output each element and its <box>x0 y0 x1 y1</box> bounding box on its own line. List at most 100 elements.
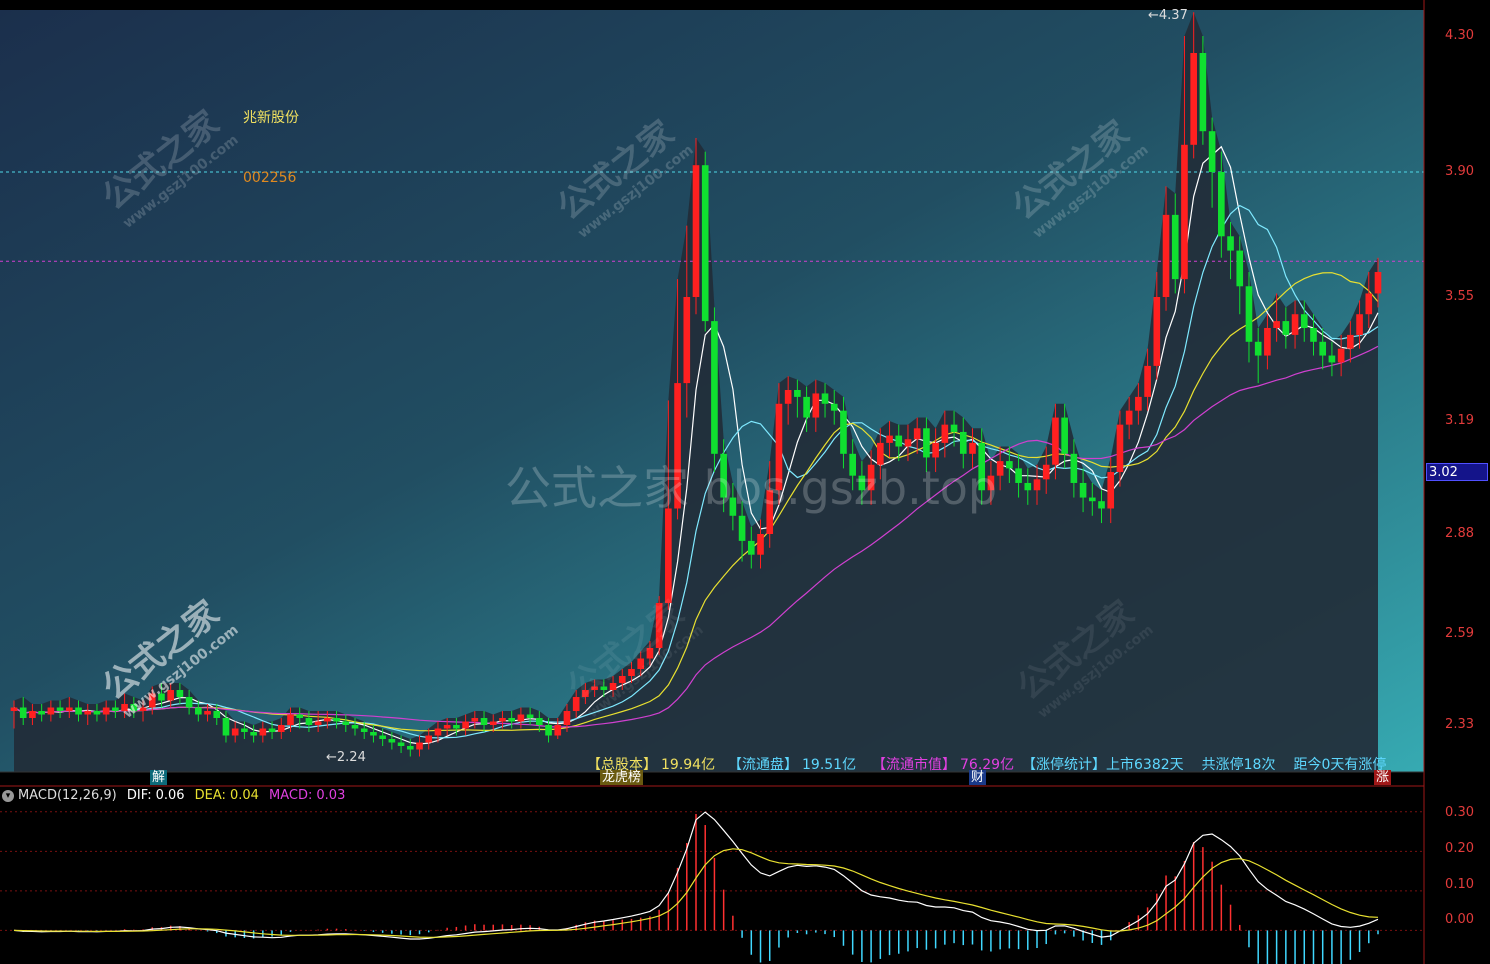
candle-body <box>1125 410 1133 425</box>
candle-body <box>784 390 792 404</box>
candle-body <box>1006 461 1013 469</box>
candle-body <box>268 728 276 732</box>
candle-body <box>1300 314 1308 328</box>
candle-body <box>646 648 654 659</box>
candle-body <box>674 383 681 509</box>
candle-body <box>1337 348 1345 363</box>
candle-body <box>1365 293 1373 315</box>
marker-dragon-tiger[interactable]: 龙虎榜 <box>600 770 644 785</box>
candle <box>711 307 718 473</box>
candle-body <box>1282 321 1290 335</box>
candle-body <box>1070 453 1078 483</box>
candle-body <box>370 732 377 736</box>
macd-panel <box>0 811 1424 964</box>
marker-limit-up[interactable]: 涨 <box>1374 770 1392 785</box>
candle-body <box>1291 314 1299 335</box>
candle-body <box>554 725 562 736</box>
candle-body <box>10 707 18 711</box>
candle-body <box>655 602 663 648</box>
candle-body <box>886 435 893 443</box>
candle-body <box>591 686 598 690</box>
stat-limit-recent: 距今0天有涨停 <box>1293 757 1387 773</box>
marker-finance[interactable]: 财 <box>969 770 987 785</box>
candle-body <box>93 711 101 715</box>
marker-unlock[interactable]: 解 <box>150 770 168 785</box>
candle-body <box>324 718 331 722</box>
candle-body <box>65 707 73 711</box>
candle-body <box>508 718 515 722</box>
candle-body <box>665 508 672 603</box>
candle-body <box>1319 341 1327 356</box>
candle-body <box>499 718 506 722</box>
candle-body <box>1061 417 1068 454</box>
price-tick: 3.55 <box>1445 289 1474 304</box>
candle-body <box>895 435 903 447</box>
candle-body <box>830 403 838 411</box>
collapse-icon[interactable]: ▾ <box>2 789 14 802</box>
macd-tick: 0.30 <box>1445 805 1474 820</box>
macd-tick: 0.00 <box>1445 912 1474 927</box>
candle-body <box>978 442 986 491</box>
candle-body <box>747 540 755 555</box>
candle-body <box>1347 334 1354 349</box>
stat-limit-label: 【涨停统计】 <box>1022 757 1106 773</box>
candle-body <box>213 711 221 718</box>
candle-body <box>480 718 488 725</box>
candle-body <box>1088 497 1096 502</box>
candle-body <box>287 714 294 725</box>
candle-body <box>1079 482 1087 498</box>
candle-body <box>877 442 884 465</box>
candle-body <box>1135 396 1142 411</box>
candle-body <box>812 393 820 418</box>
candle-body <box>241 728 248 732</box>
candle-body <box>637 658 645 669</box>
candle-body <box>148 693 156 708</box>
macd-header: ▾ MACD(12,26,9) DIF: 0.06 DEA: 0.04 MACD: 0.… <box>2 788 345 804</box>
candle-body <box>1245 286 1253 342</box>
macd-tick: 0.20 <box>1445 841 1474 856</box>
stat-limit-value: 上市6382天 <box>1106 757 1184 773</box>
candle-body <box>950 424 958 432</box>
candle-body <box>628 669 635 676</box>
candlestick-chart <box>0 0 1425 964</box>
stat-float-shares: 【流通盘】 19.51亿 <box>728 754 856 774</box>
candle-body <box>38 711 45 715</box>
candle-body <box>222 718 230 736</box>
candle-body <box>692 165 700 297</box>
candle <box>655 596 663 655</box>
dif-label: DIF: <box>126 788 152 803</box>
candle-body <box>406 746 414 750</box>
price-tick: 3.19 <box>1445 413 1474 428</box>
candle-body <box>434 728 442 736</box>
candle-body <box>1098 501 1105 509</box>
candle-body <box>1199 53 1207 132</box>
candle-body <box>1254 341 1262 356</box>
candle-body <box>84 711 92 715</box>
candle-body <box>416 742 423 750</box>
candle-body <box>858 475 866 491</box>
candle-body <box>167 690 174 701</box>
high-value: 4.37 <box>1158 8 1188 23</box>
candle-body <box>969 442 976 454</box>
candle-body <box>351 725 359 729</box>
candle-body <box>775 403 783 491</box>
candle-body <box>453 725 460 729</box>
macd-label: MACD: <box>269 788 313 803</box>
candle-body <box>1024 482 1032 491</box>
candle-body <box>959 431 967 454</box>
candle-body <box>1227 236 1234 251</box>
candle-body <box>1328 355 1336 363</box>
candle-body <box>259 728 267 736</box>
candle-body <box>176 690 184 697</box>
candle-body <box>19 707 27 718</box>
candle-body <box>204 711 211 715</box>
price-tick: 3.90 <box>1445 164 1474 179</box>
candle-body <box>738 515 746 541</box>
candle-body <box>250 732 257 736</box>
candle-body <box>29 711 36 718</box>
candle-body <box>277 725 285 732</box>
stock-name: 兆新股份 <box>243 110 299 126</box>
candle-body <box>489 721 497 725</box>
candle-body <box>462 721 469 729</box>
candle-body <box>600 686 608 690</box>
